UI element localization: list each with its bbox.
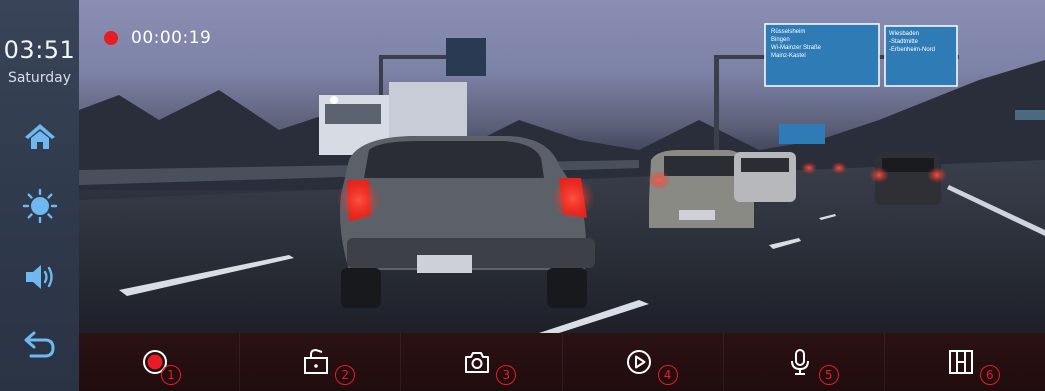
home-icon: [25, 124, 55, 149]
volume-button[interactable]: [22, 259, 58, 295]
camera-icon: [465, 352, 490, 373]
road-sign-line: Bingen: [771, 37, 790, 43]
shortcut-badge-5: 5: [818, 365, 839, 385]
recording-elapsed-time: 00:00:19: [131, 28, 212, 48]
shortcut-badge-4: 4: [657, 365, 678, 385]
home-button[interactable]: [22, 118, 58, 154]
back-button[interactable]: [22, 326, 58, 362]
back-icon: [24, 331, 55, 358]
snapshot-button[interactable]: 3: [401, 333, 563, 391]
shortcut-badge-6: 6: [979, 365, 1000, 385]
playback-button[interactable]: 4: [563, 333, 724, 391]
road-sign-line: -Stadtmitte: [889, 39, 919, 45]
road-sign-line: -Erbenheim-Nord: [889, 47, 936, 53]
clock-time: 03:51: [3, 36, 76, 64]
road-sign-right: Wiesbaden -Stadtmitte -Erbenheim-Nord: [889, 30, 955, 54]
clock-day: Saturday: [7, 70, 72, 86]
shortcut-badge-3: 3: [496, 365, 517, 385]
split-view-icon: [948, 350, 973, 374]
microphone-button[interactable]: 5: [724, 333, 885, 391]
shortcut-badge-2: 2: [335, 365, 356, 385]
brightness-icon: [22, 188, 58, 224]
split-view-button[interactable]: 6: [885, 333, 1045, 391]
microphone-icon: [790, 349, 809, 375]
volume-icon: [26, 265, 53, 289]
camera-feed[interactable]: Rüsselsheim Bingen Wi-Mainzer Straße Mai…: [79, 0, 1045, 333]
road-sign-left: Rüsselsheim Bingen Wi-Mainzer Straße Mai…: [771, 28, 875, 60]
road-sign-line: Wiesbaden: [889, 31, 920, 37]
road-sign-line: Mainz-Kastel: [771, 53, 806, 59]
record-button[interactable]: 1: [79, 333, 241, 391]
road-sign-line: Wi-Mainzer Straße: [771, 45, 822, 51]
road-sign-line: Rüsselsheim: [771, 29, 806, 35]
sidebar: 03:51 Saturday: [0, 0, 79, 391]
shortcut-badge-1: 1: [161, 365, 181, 385]
recording-indicator-dot: [104, 31, 118, 45]
playback-icon: [626, 350, 651, 374]
brightness-button[interactable]: [22, 188, 58, 224]
lock-file-icon: [304, 348, 329, 374]
bottom-toolbar: 1 2 3 4 5 6: [79, 333, 1045, 391]
lock-file-button[interactable]: 2: [240, 333, 402, 391]
